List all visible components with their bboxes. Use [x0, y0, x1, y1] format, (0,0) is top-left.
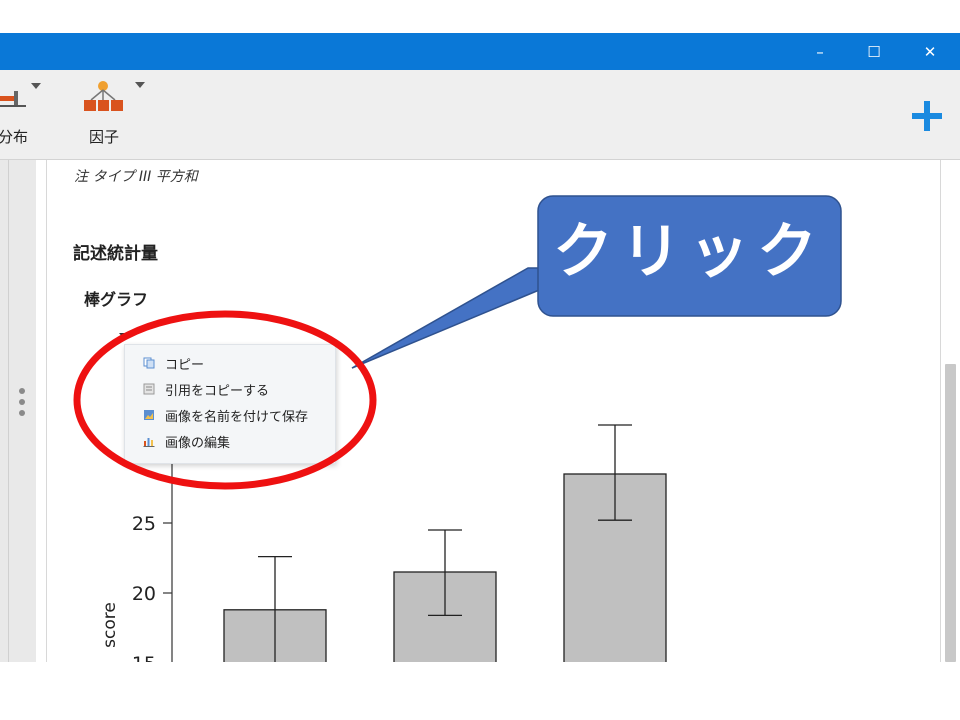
- highlight-ellipse: [73, 310, 377, 490]
- annotation-overlay: クリック: [73, 195, 842, 490]
- callout-text: クリック: [553, 217, 825, 287]
